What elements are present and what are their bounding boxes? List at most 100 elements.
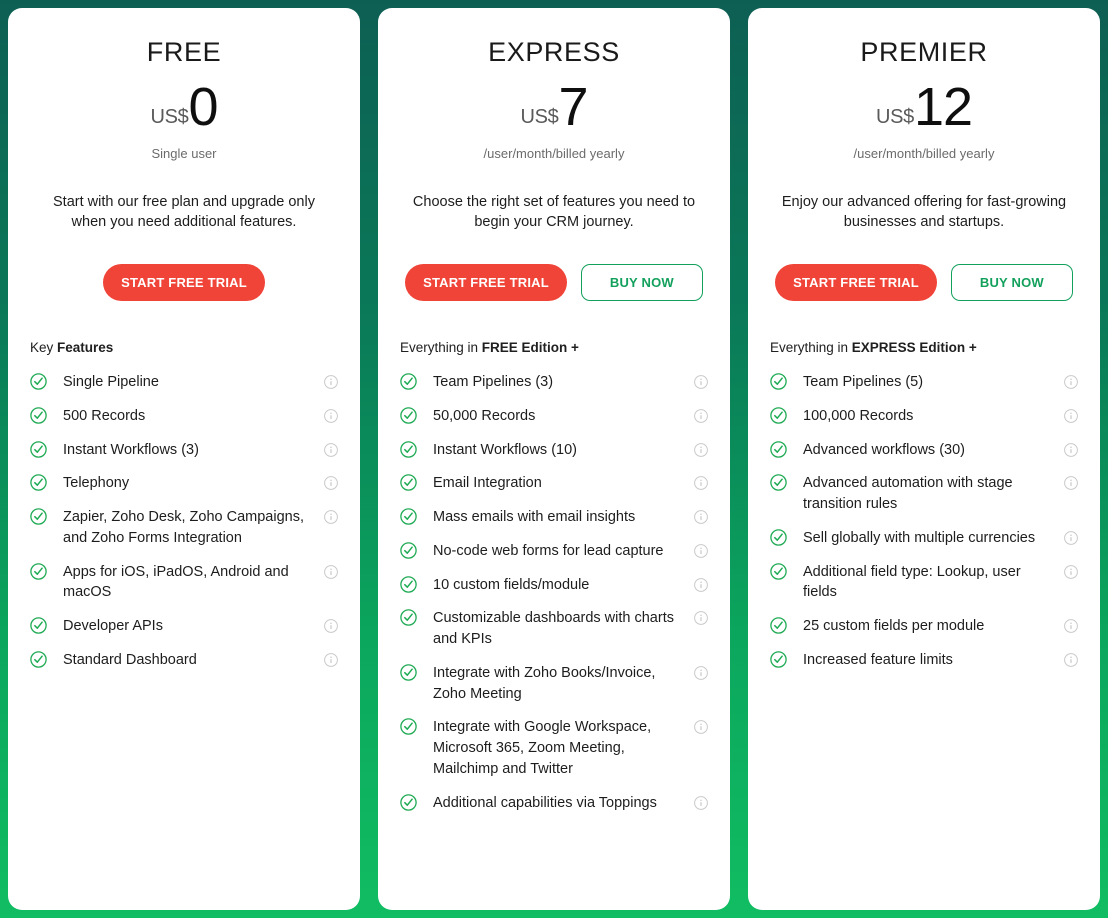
info-icon[interactable]: [324, 652, 338, 667]
info-icon[interactable]: [324, 619, 338, 634]
info-icon[interactable]: [1064, 531, 1078, 545]
feature-label: Integrate with Zoho Books/Invoice, Zoho …: [433, 664, 656, 702]
info-icon[interactable]: [1064, 409, 1078, 423]
info-icon[interactable]: [694, 409, 708, 423]
buy-now-button[interactable]: BUY NOW: [580, 263, 703, 301]
check-circle-icon: [30, 373, 47, 390]
feature-label: Additional capabilities via Toppings: [433, 794, 657, 811]
check-circle-icon: [400, 664, 417, 681]
start-free-trial-button[interactable]: START FREE TRIAL: [103, 263, 265, 301]
info-icon[interactable]: [324, 375, 338, 390]
check-circle-icon: [770, 529, 787, 546]
features-header-prefix: Everything in: [400, 339, 482, 355]
feature-label: 25 custom fields per module: [803, 618, 985, 635]
plan-name: EXPRESS: [488, 37, 620, 67]
info-icon[interactable]: [324, 564, 338, 579]
feature-item: Instant Workflows (3): [30, 433, 338, 467]
plan-description: Start with our free plan and upgrade onl…: [53, 193, 315, 231]
check-circle-icon: [30, 440, 47, 458]
buy-now-button[interactable]: BUY NOW: [950, 263, 1073, 301]
price-note: /user/month/billed yearly: [853, 145, 995, 161]
check-circle-icon: [400, 474, 417, 492]
feature-label: Integrate with Google Workspace, Microso…: [433, 719, 652, 777]
info-icon[interactable]: [694, 577, 708, 592]
feature-item: Team Pipelines (5): [770, 366, 1078, 400]
plan-price: US$ 7: [400, 80, 708, 134]
info-icon[interactable]: [1064, 564, 1078, 579]
feature-label: Email Integration: [433, 475, 542, 492]
start-free-trial-button[interactable]: START FREE TRIAL: [405, 263, 567, 301]
feature-item: Standard Dashboard: [30, 643, 338, 677]
features-header-strong: FREE Edition +: [481, 339, 579, 355]
feature-item: Customizable dashboards with charts and …: [400, 602, 708, 656]
info-icon[interactable]: [694, 665, 708, 680]
feature-label: Mass emails with email insights: [433, 509, 636, 526]
check-circle-icon: [400, 373, 417, 390]
feature-item: 10 custom fields/module: [400, 568, 708, 602]
feature-item: Additional field type: Lookup, user fiel…: [770, 555, 1078, 609]
check-circle-icon: [770, 407, 787, 424]
price-amount: 12: [913, 76, 973, 137]
start-free-trial-button[interactable]: START FREE TRIAL: [775, 263, 937, 301]
info-icon[interactable]: [1064, 375, 1078, 390]
info-icon[interactable]: [1064, 442, 1078, 457]
price-amount: 0: [188, 76, 218, 137]
feature-label: Developer APIs: [63, 618, 163, 635]
info-icon[interactable]: [324, 476, 338, 491]
info-icon[interactable]: [1064, 619, 1078, 634]
info-icon[interactable]: [694, 375, 708, 390]
feature-item: Increased feature limits: [770, 643, 1078, 677]
feature-label: Additional field type: Lookup, user fiel…: [803, 563, 1021, 601]
features-header: Key Features: [30, 340, 338, 355]
plan-card-express: EXPRESS US$ 7/user/month/billed yearly Choo…: [378, 8, 730, 910]
feature-label: Telephony: [63, 475, 130, 492]
check-circle-icon: [30, 508, 47, 525]
info-icon[interactable]: [694, 611, 708, 626]
feature-label: Increased feature limits: [803, 651, 953, 668]
info-icon[interactable]: [324, 510, 338, 525]
feature-item: Integrate with Google Workspace, Microso…: [400, 711, 708, 786]
cta-row: START FREE TRIAL: [30, 263, 338, 301]
info-icon[interactable]: [694, 544, 708, 558]
info-icon[interactable]: [1064, 476, 1078, 491]
info-icon[interactable]: [694, 510, 708, 525]
info-icon[interactable]: [324, 409, 338, 423]
feature-label: Advanced workflows (30): [803, 441, 965, 458]
check-circle-icon: [400, 407, 417, 424]
feature-item: Single Pipeline: [30, 366, 338, 400]
check-circle-icon: [30, 562, 47, 580]
feature-item: Email Integration: [400, 467, 708, 501]
feature-label: 50,000 Records: [433, 407, 536, 424]
feature-label: 10 custom fields/module: [433, 576, 590, 593]
features-list: Team Pipelines (3) 50,000 Records Instant …: [400, 366, 708, 820]
feature-item: 500 Records: [30, 399, 338, 433]
info-icon[interactable]: [324, 442, 338, 457]
feature-label: Instant Workflows (10): [433, 441, 577, 458]
feature-item: Advanced automation with stage transitio…: [770, 467, 1078, 521]
check-circle-icon: [30, 407, 47, 424]
info-icon[interactable]: [694, 795, 708, 810]
check-circle-icon: [400, 609, 417, 627]
feature-item: Additional capabilities via Toppings: [400, 786, 708, 820]
plan-description: Choose the right set of features you nee…: [412, 193, 696, 231]
feature-label: Instant Workflows (3): [63, 441, 199, 458]
feature-item: Team Pipelines (3): [400, 366, 708, 400]
info-icon[interactable]: [694, 720, 708, 735]
feature-label: Standard Dashboard: [63, 651, 197, 668]
info-icon[interactable]: [694, 442, 708, 457]
check-circle-icon: [30, 474, 47, 492]
features-header-prefix: Everything in: [770, 339, 852, 355]
feature-item: Developer APIs: [30, 610, 338, 644]
price-currency: US$: [150, 105, 189, 128]
feature-item: Integrate with Zoho Books/Invoice, Zoho …: [400, 656, 708, 710]
info-icon[interactable]: [694, 476, 708, 491]
plan-name: FREE: [146, 37, 222, 67]
features-header-strong: Features: [57, 339, 114, 355]
plan-name: PREMIER: [860, 37, 988, 67]
feature-label: 500 Records: [63, 407, 146, 424]
feature-item: 100,000 Records: [770, 399, 1078, 433]
cta-row: START FREE TRIAL BUY NOW: [400, 263, 708, 301]
feature-item: Sell globally with multiple currencies: [770, 521, 1078, 555]
check-circle-icon: [770, 474, 787, 492]
info-icon[interactable]: [1064, 652, 1078, 667]
